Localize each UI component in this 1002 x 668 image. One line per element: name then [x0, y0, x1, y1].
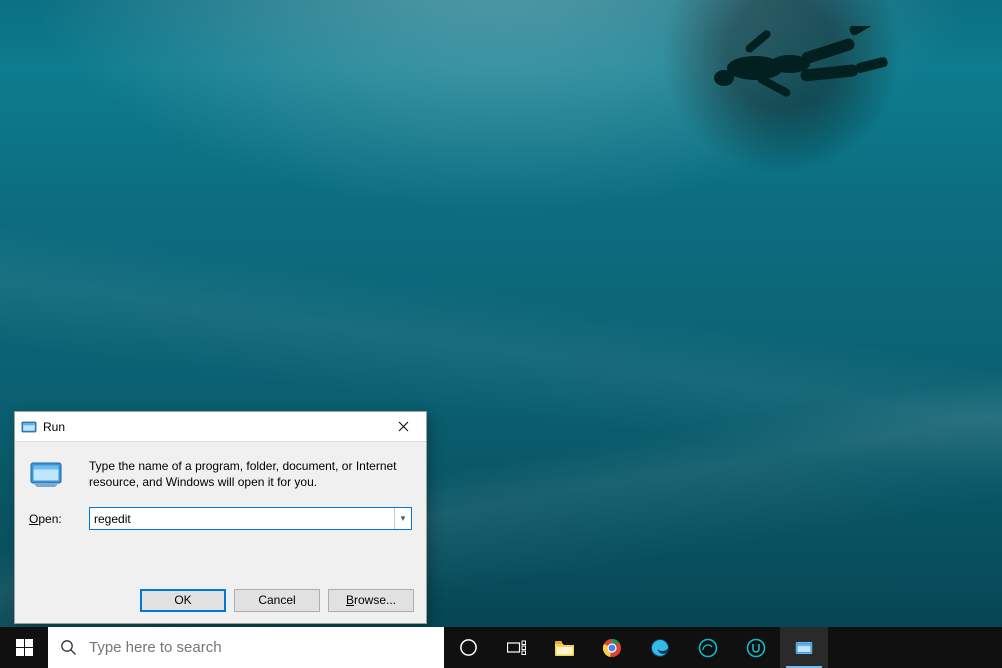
- run-titlebar[interactable]: Run: [15, 412, 426, 442]
- run-description-icon: [29, 456, 83, 493]
- taskbar-app-run-active[interactable]: [780, 627, 828, 668]
- search-icon: [60, 639, 77, 656]
- file-explorer-icon: [554, 639, 575, 657]
- run-title-text: Run: [43, 420, 381, 434]
- edge-icon: [650, 638, 670, 658]
- browse-button[interactable]: Browse...: [328, 589, 414, 612]
- cortana-icon: [459, 638, 478, 657]
- run-taskbar-icon: [793, 639, 815, 657]
- search-bar[interactable]: [48, 627, 444, 668]
- chevron-down-icon: ▾: [401, 513, 406, 524]
- cancel-button[interactable]: Cancel: [234, 589, 320, 612]
- ok-button[interactable]: OK: [140, 589, 226, 612]
- taskbar-app-circle-2[interactable]: [732, 627, 780, 668]
- open-input[interactable]: [90, 508, 394, 529]
- circle-u-icon: [746, 638, 766, 658]
- search-input[interactable]: [89, 639, 444, 656]
- taskbar-app-circle-1[interactable]: [684, 627, 732, 668]
- chrome-icon: [602, 638, 622, 658]
- taskbar: [0, 627, 1002, 668]
- open-dropdown-button[interactable]: ▾: [394, 508, 411, 529]
- run-window-icon: [21, 419, 37, 435]
- open-combobox[interactable]: ▾: [89, 507, 412, 530]
- task-view-button[interactable]: [492, 627, 540, 668]
- run-footer: OK Cancel Browse...: [15, 577, 426, 623]
- close-button[interactable]: [381, 412, 426, 441]
- task-view-icon: [507, 640, 526, 656]
- circle-swirl-icon: [698, 638, 718, 658]
- taskbar-app-chrome[interactable]: [588, 627, 636, 668]
- wallpaper-swimmer-silhouette: [700, 26, 900, 116]
- taskbar-app-edge[interactable]: [636, 627, 684, 668]
- run-dialog: Run Type the name of a program, folder, …: [14, 411, 427, 624]
- open-label: Open:: [29, 512, 83, 526]
- run-description-text: Type the name of a program, folder, docu…: [89, 456, 412, 493]
- taskbar-app-file-explorer[interactable]: [540, 627, 588, 668]
- cortana-button[interactable]: [444, 627, 492, 668]
- start-button[interactable]: [0, 627, 48, 668]
- close-icon: [398, 421, 409, 432]
- windows-logo-icon: [16, 639, 33, 656]
